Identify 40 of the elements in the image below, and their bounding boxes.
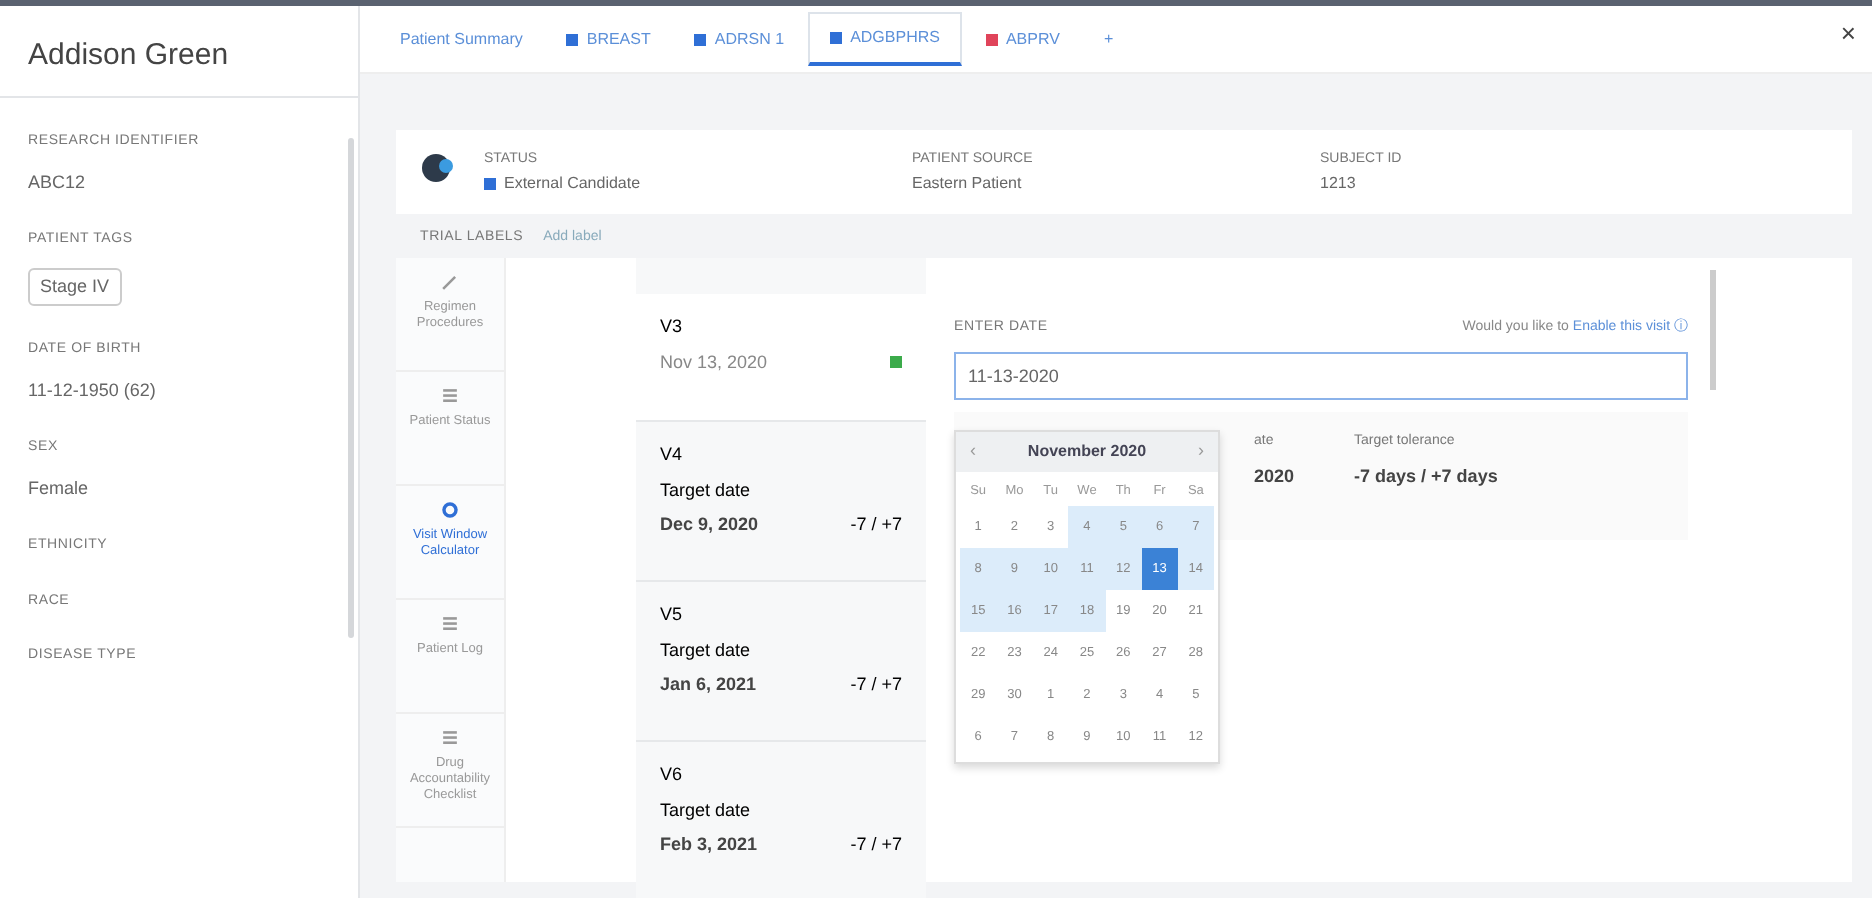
tolerance: -7 / +7 xyxy=(850,672,902,698)
visit-date: Dec 9, 2020 xyxy=(660,512,759,538)
info-value: 2020 xyxy=(1254,464,1295,490)
previous-month-button[interactable]: ‹ xyxy=(964,438,982,465)
info-value: -7 days / +7 days xyxy=(1354,464,1498,490)
patient-tag: Stage IV xyxy=(28,267,122,306)
tolerance: -7 / +7 xyxy=(850,832,902,858)
logo-icon xyxy=(420,150,456,186)
field-value: ABC12 xyxy=(28,169,86,195)
visit-name: V4 xyxy=(660,442,685,468)
month-title: November 2020 xyxy=(1027,439,1147,464)
target-date-label: Target date xyxy=(660,637,753,664)
patient-name: Addison Green xyxy=(0,6,358,98)
visit-name: V3 xyxy=(660,314,685,340)
next-month-button[interactable]: › xyxy=(1192,438,1210,465)
status-icon xyxy=(484,177,496,189)
close-button[interactable]: × xyxy=(1832,14,1864,53)
visit-item[interactable]: V3 Nov 13, 2020 xyxy=(636,294,926,422)
info-value: External Candidate xyxy=(484,171,884,195)
tab[interactable]: ADGBPHRS xyxy=(808,12,962,66)
info-value: 1213 xyxy=(1320,171,1358,195)
list-icon xyxy=(438,726,462,750)
field-value: Female xyxy=(28,475,89,501)
visit-name: V6 xyxy=(660,762,685,788)
list-icon xyxy=(438,612,462,636)
list-icon xyxy=(438,384,462,408)
date-input[interactable]: 11-13-2020 xyxy=(954,351,1688,399)
info-value: Eastern Patient xyxy=(912,171,1024,195)
gear-icon xyxy=(438,498,462,522)
visit-date: Nov 13, 2020 xyxy=(660,349,768,375)
visit-name: V5 xyxy=(660,602,685,628)
completed-icon xyxy=(890,356,902,369)
scrollbar xyxy=(1710,270,1716,390)
pen-icon xyxy=(438,270,462,294)
tolerance: -7 / +7 xyxy=(850,512,902,538)
target-date-label: Target date xyxy=(660,797,753,824)
visit-date: Feb 3, 2021 xyxy=(660,832,758,858)
visit-date: Jan 6, 2021 xyxy=(660,672,757,698)
field-value: 11-12-1950 (62) xyxy=(28,377,156,404)
target-date-label: Target date xyxy=(660,477,753,504)
